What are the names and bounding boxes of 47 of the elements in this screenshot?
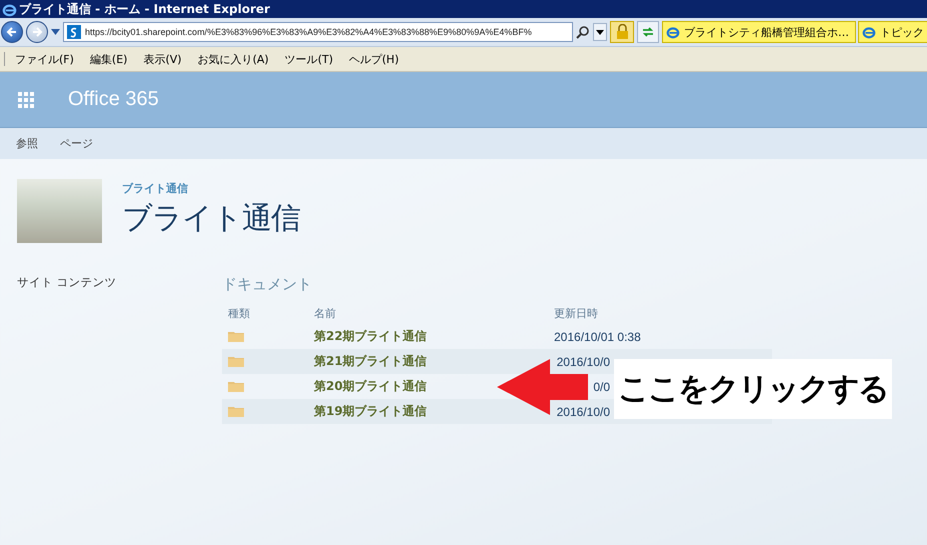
refresh-arrows-icon <box>641 25 655 39</box>
date-text: 0/0 <box>592 380 610 394</box>
back-arrow-icon <box>6 26 18 38</box>
file-link[interactable]: 第21期ブライト通信 <box>314 353 427 370</box>
menu-item[interactable]: ヘルプ(H) <box>341 52 407 66</box>
nav-link[interactable]: サイト コンテンツ <box>17 275 222 290</box>
browser-logo-icon <box>666 25 680 39</box>
address-field[interactable]: https://bcity01.sharepoint.com/%E3%83%96%E3%83%A9%E3%82%A4%E3%83%88%E9%80%9A%E4%BF% <box>63 22 573 42</box>
column-header[interactable]: 名前 <box>314 306 554 320</box>
browser-tab[interactable]: トピック <box>858 21 927 43</box>
site-logo-icon <box>66 24 82 40</box>
url-text: https://bcity01.sharepoint.com/%E3%83%96%E3%83%A9%E3%82%A4%E3%83%88%E9%80%9A%E4%BF% <box>85 27 532 37</box>
column-header[interactable]: 更新日時 <box>554 306 772 320</box>
menu-item[interactable]: お気に入り(A) <box>190 52 277 66</box>
browser-logo-icon <box>2 2 17 16</box>
folder-icon <box>228 405 244 417</box>
window-title: ブライト通信 - ホーム - Internet Explorer <box>19 0 270 18</box>
menu-item[interactable]: ファイル(F) <box>7 52 82 66</box>
date-text: 2016/10/0 <box>556 404 610 418</box>
folder-icon <box>228 355 244 367</box>
callout-label: ここをクリックする <box>614 359 892 419</box>
forward-arrow-icon <box>31 26 43 38</box>
folder-icon <box>228 380 244 392</box>
ribbon-tab[interactable]: 参照 <box>16 136 38 151</box>
caret-icon <box>596 30 604 34</box>
ribbon-tab[interactable]: ページ <box>60 136 93 151</box>
forward-button[interactable] <box>26 21 48 43</box>
search-icon[interactable] <box>576 25 590 39</box>
menu-item[interactable]: 表示(V) <box>135 52 190 66</box>
menu-item[interactable]: ツール(T) <box>276 52 341 66</box>
dropdown-button[interactable] <box>593 23 607 41</box>
file-link[interactable]: 第20期ブライト通信 <box>314 378 427 395</box>
browser-tab[interactable]: ブライトシティ船橋管理組合ホ… <box>662 21 856 43</box>
site-title: ブライト通信 <box>122 200 300 238</box>
column-header[interactable]: 種類 <box>228 306 314 320</box>
file-link[interactable]: 第19期ブライト通信 <box>314 403 427 420</box>
lock-icon <box>616 24 628 40</box>
dropdown-arrow-icon[interactable] <box>51 29 60 35</box>
date-text: 2016/10/0 <box>556 354 610 368</box>
back-button[interactable] <box>1 21 23 43</box>
lock-button[interactable] <box>610 21 634 43</box>
browser-logo-icon <box>862 25 876 39</box>
date-text: 2016/10/01 0:38 <box>554 330 641 344</box>
file-link[interactable]: 第22期ブライト通信 <box>314 328 427 345</box>
folder-icon <box>228 330 244 342</box>
refresh-button[interactable] <box>637 21 659 43</box>
menu-item[interactable]: 編集(E) <box>82 52 136 66</box>
